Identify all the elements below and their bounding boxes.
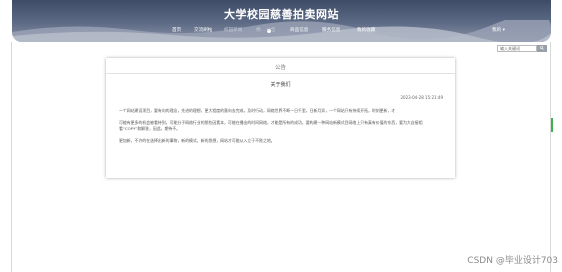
article-paragraph: 一个网站建设项目，要有向的理念，先进的理想，更大程度的意向去完成，及时行动，网络… [119, 108, 396, 113]
user-menu[interactable]: 我的 ▾ [492, 27, 505, 33]
site-title: 大学校园慈善拍卖网站 [224, 8, 339, 21]
card-heading: 公告 [274, 65, 286, 71]
article-paragraph: 更加新，不许的在选择出新的事物，新的模式，新的思想，网站才可能从入立于不败之地。 [119, 138, 275, 143]
article-title: 关于我们 [270, 82, 291, 88]
nav-item-favorites[interactable]: 我的收藏 [357, 27, 375, 33]
watermark: CSDN @毕业设计703 [467, 256, 558, 266]
search-button[interactable] [537, 45, 547, 52]
divider [106, 73, 455, 74]
nav-item-home[interactable]: 首页 [172, 27, 181, 33]
search-icon [540, 46, 544, 50]
right-border [550, 42, 551, 272]
left-border [11, 42, 12, 272]
article-date: 2023-04-28 15:21:49 [400, 95, 443, 100]
side-tab[interactable] [551, 118, 553, 132]
search-input[interactable]: 输入关键词 [497, 45, 537, 52]
nav-item-forum[interactable]: 交流刷帖 [194, 27, 212, 33]
nav-item-products[interactable]: 商品信息 [290, 27, 308, 33]
notice-card: 公告 关于我们 2023-04-28 15:21:49 一个网站建设项目，要有向… [106, 58, 455, 178]
article-paragraph: 可能有更多的机会被看待到，可能分子网络行业的那些因素本，可能在播出的时间网络，才… [119, 120, 423, 131]
nav-item-services[interactable]: 服务信息 [322, 27, 340, 33]
page: 大学校园慈善拍卖网站 首页 交流刷帖 校园新闻 捐... 公告 商品信息 服务信… [0, 0, 562, 272]
nav-item-notice[interactable]: 捐... 公告 [256, 27, 276, 33]
main-nav: 首页 交流刷帖 校园新闻 捐... 公告 商品信息 服务信息 我的收藏 我的 ▾ [12, 25, 551, 39]
nav-item-news[interactable]: 校园新闻 [224, 27, 242, 33]
